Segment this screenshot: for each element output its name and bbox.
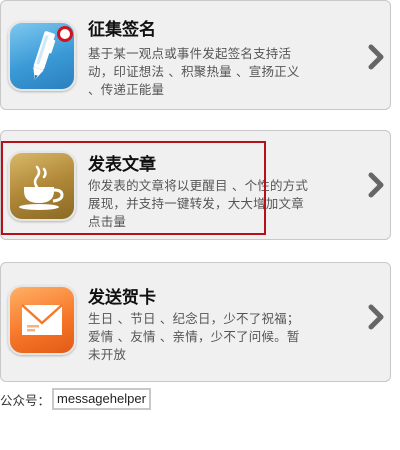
card-title: 征集签名 xyxy=(88,20,156,40)
card-title: 发送贺卡 xyxy=(88,288,156,308)
card-description: 基于某一观点或事件发起签名支持活动，印证想法 、积聚热量 、宣扬正义 、传递正能… xyxy=(88,46,300,97)
card-collect-signatures[interactable]: 征集签名 基于某一观点或事件发起签名支持活动，印证想法 、积聚热量 、宣扬正义 … xyxy=(0,0,391,110)
coffee-cup-icon xyxy=(8,151,76,221)
notification-dot-icon xyxy=(57,26,73,42)
card-description: 你发表的文章将以更醒目 、个性的方式展现，并支持一键转发，大大增加文章点击量 xyxy=(88,178,309,229)
envelope-icon xyxy=(8,285,76,355)
card-send-greeting-card[interactable]: 发送贺卡 生日 、节日 、纪念日，少不了祝福；爱情 、友情 、亲情，少不了问候。… xyxy=(0,262,391,382)
chevron-right-icon[interactable] xyxy=(366,171,386,199)
footer-account: 公众号： messagehelper xyxy=(0,388,151,410)
chevron-right-icon[interactable] xyxy=(366,303,386,331)
card-title: 发表文章 xyxy=(88,155,156,175)
card-publish-article[interactable]: 发表文章 你发表的文章将以更醒目 、个性的方式展现，并支持一键转发，大大增加文章… xyxy=(0,130,391,240)
feature-list-page: 征集签名 基于某一观点或事件发起签名支持活动，印证想法 、积聚热量 、宣扬正义 … xyxy=(0,0,400,450)
card-description: 生日 、节日 、纪念日，少不了祝福；爱情 、友情 、亲情，少不了问候。暂未开放 xyxy=(88,311,300,362)
footer-label: 公众号： xyxy=(0,392,51,408)
chevron-right-icon[interactable] xyxy=(366,43,386,71)
account-id-field[interactable]: messagehelper xyxy=(52,388,151,410)
